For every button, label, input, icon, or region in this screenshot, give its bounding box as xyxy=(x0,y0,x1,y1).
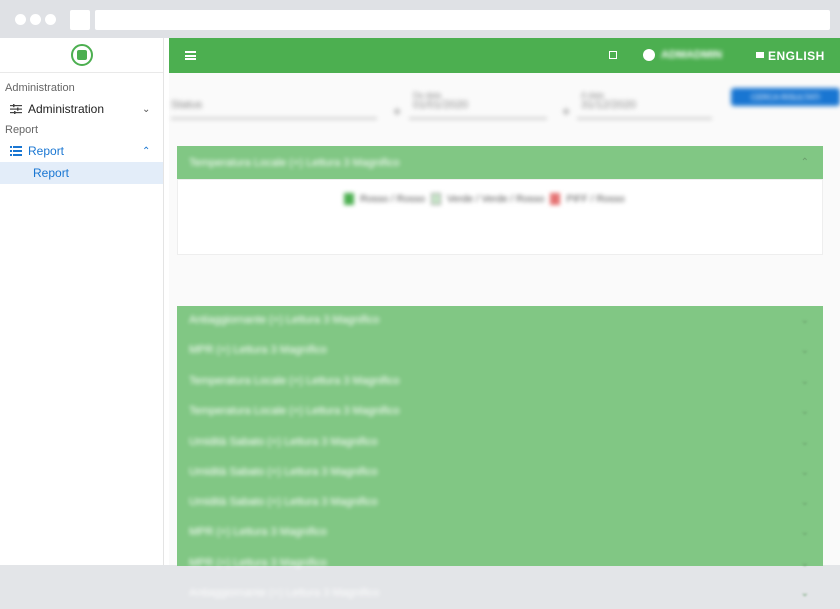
main-content: Status + Da data 01/01/2020 + A data 31/… xyxy=(169,73,840,599)
list-item[interactable]: MPR (+) Lettura 3 Magnifico ⌄ xyxy=(177,549,823,579)
chevron-up-icon: ⌃ xyxy=(800,157,809,168)
sidebar-item-administration[interactable]: Administration ⌄ xyxy=(0,98,163,120)
user-icon[interactable] xyxy=(643,49,655,61)
list-item[interactable]: MPR (+) Lettura 3 Magnifico ⌄ xyxy=(177,518,823,548)
list-item[interactable]: Temperatura Locale (+) Lettura 3 Magnifi… xyxy=(177,397,823,427)
chevron-down-icon: ⌄ xyxy=(800,588,809,599)
date-from-field[interactable]: 01/01/2020 xyxy=(409,99,547,119)
chevron-down-icon: ⌄ xyxy=(800,406,809,417)
list-item[interactable]: Umidità Sabato (+) Lettura 3 Magnifico ⌄ xyxy=(177,458,823,488)
legend-swatch xyxy=(344,193,354,205)
chevron-down-icon: ⌄ xyxy=(800,437,809,448)
legend-item: Verde / Verde / Rosso xyxy=(447,193,545,205)
panel-body: Rosso / Rosso Verde / Verde / Rosso PIFF… xyxy=(177,179,823,255)
search-button[interactable]: CERCA RISULTATI xyxy=(731,88,840,106)
menu-icon[interactable] xyxy=(185,51,196,60)
chevron-down-icon: ⌄ xyxy=(800,345,809,356)
window-dot xyxy=(15,14,26,25)
logo-area xyxy=(0,38,163,73)
window-dot xyxy=(45,14,56,25)
section-label-administration: Administration xyxy=(5,82,75,94)
sidebar-item-label: Report xyxy=(28,144,65,158)
chevron-down-icon: ⌄ xyxy=(800,315,809,326)
date-to-field[interactable]: 31/12/2020 xyxy=(577,99,712,119)
calendar-icon[interactable]: + xyxy=(562,103,572,119)
legend-swatch xyxy=(550,193,561,205)
chevron-up-icon: ⌃ xyxy=(142,145,151,157)
sidebar-subitem-report[interactable]: Report xyxy=(0,162,163,184)
chevron-down-icon: ⌄ xyxy=(800,527,809,538)
window-dot xyxy=(30,14,41,25)
legend-item: Rosso / Rosso xyxy=(360,193,426,205)
flag-icon xyxy=(756,52,764,58)
panel-header[interactable]: Temperatura Locale (+) Lettura 3 Magnifi… xyxy=(177,146,823,179)
sliders-icon xyxy=(10,103,22,115)
status-field[interactable]: Status xyxy=(171,99,377,119)
browser-tab[interactable] xyxy=(70,10,90,30)
logo-icon xyxy=(70,44,93,66)
section-label-report: Report xyxy=(5,124,39,136)
list-item[interactable]: MPR (+) Lettura 3 Magnifico ⌄ xyxy=(177,336,823,366)
language-selector[interactable]: ENGLISH xyxy=(768,49,825,63)
fullscreen-icon[interactable] xyxy=(609,51,617,59)
list-item[interactable]: Temperatura Locale (+) Lettura 3 Magnifi… xyxy=(177,367,823,397)
list-item[interactable]: Umidità Sabato (+) Lettura 3 Magnifico ⌄ xyxy=(177,488,823,518)
panel-title: Temperatura Locale (+) Lettura 3 Magnifi… xyxy=(189,157,400,169)
filter-bar: Status + Da data 01/01/2020 + A data 31/… xyxy=(169,73,840,133)
legend-swatch xyxy=(431,193,442,205)
chevron-down-icon: ⌄ xyxy=(142,103,151,115)
list-icon xyxy=(10,145,22,157)
chevron-down-icon: ⌄ xyxy=(800,497,809,508)
browser-chrome xyxy=(0,0,840,38)
sidebar-item-label: Administration xyxy=(28,102,105,116)
report-list: Antiaggiornante (+) Lettura 3 Magnifico ⌄… xyxy=(177,306,823,599)
sidebar-item-report[interactable]: Report ⌃ xyxy=(0,140,163,162)
sidebar: Administration Administration ⌄ Report R… xyxy=(0,38,164,565)
chart-legend: Rosso / Rosso Verde / Verde / Rosso PIFF… xyxy=(344,193,625,205)
top-bar: ADMADMIN ENGLISH xyxy=(169,38,840,73)
legend-item: PIFF / Rosso xyxy=(566,193,625,205)
chevron-down-icon: ⌄ xyxy=(800,376,809,387)
user-name[interactable]: ADMADMIN xyxy=(661,49,722,61)
calendar-icon[interactable]: + xyxy=(393,103,403,119)
list-item[interactable]: Antiaggiornante (+) Lettura 3 Magnifico ⌄ xyxy=(177,579,823,609)
chevron-down-icon: ⌄ xyxy=(800,558,809,569)
list-item[interactable]: Antiaggiornante (+) Lettura 3 Magnifico ⌄ xyxy=(177,306,823,336)
list-item[interactable]: Umidità Sabato (+) Lettura 3 Magnifico ⌄ xyxy=(177,428,823,458)
chevron-down-icon: ⌄ xyxy=(800,467,809,478)
address-bar[interactable] xyxy=(95,10,830,30)
app: Administration Administration ⌄ Report R… xyxy=(0,38,840,599)
